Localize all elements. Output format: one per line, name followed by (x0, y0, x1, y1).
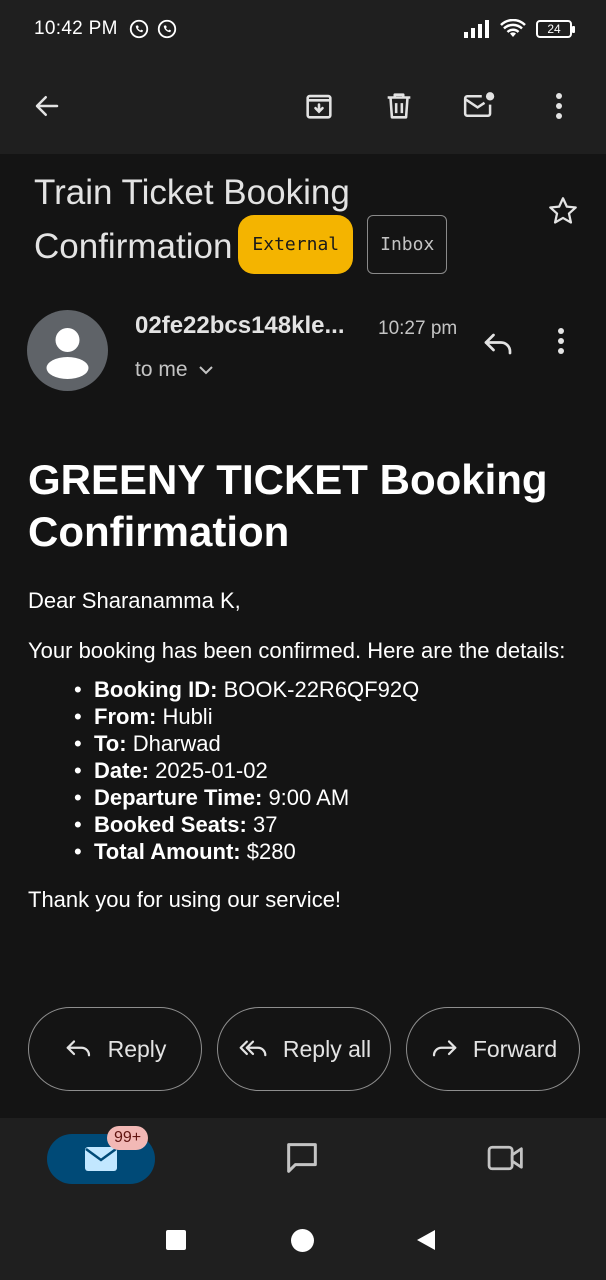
message-heading: GREENY TICKET Booking Confirmation (28, 456, 548, 555)
sender-name[interactable]: 02fe22bcs148kle... (135, 312, 345, 340)
detail-value: Dharwad (132, 731, 221, 756)
nav-meet[interactable] (486, 1140, 526, 1181)
list-item: Booking ID: BOOK-22R6QF92Q (74, 676, 578, 703)
list-item: Booked Seats: 37 (74, 811, 578, 838)
square-recents-icon[interactable] (166, 1230, 186, 1250)
email-content: Train Ticket Booking Confirmation Externa… (0, 154, 606, 1118)
thanks-text: Thank you for using our service! (28, 887, 342, 912)
wifi-icon (500, 19, 526, 37)
detail-value: $280 (246, 839, 296, 864)
detail-label: Total Amount: (94, 839, 241, 864)
delete-button[interactable] (370, 77, 428, 135)
sender-avatar[interactable] (27, 310, 108, 391)
detail-value: 2025-01-02 (155, 758, 268, 783)
message-body: GREENY TICKET Booking Confirmation Dear … (28, 454, 578, 913)
forward-label: Forward (472, 1035, 558, 1062)
intro-text: Your booking has been confirmed. Here ar… (28, 638, 566, 663)
external-label[interactable]: External (238, 215, 354, 274)
detail-label: To: (94, 731, 127, 756)
reply-label: Reply (107, 1035, 167, 1062)
detail-label: Booking ID: (94, 677, 218, 702)
inbox-label[interactable]: Inbox (367, 215, 448, 274)
forward-button[interactable]: Forward (406, 1007, 580, 1091)
mail-icon (85, 1147, 117, 1171)
mail-unread-icon (463, 92, 495, 117)
arrow-left-icon (35, 96, 59, 116)
reply-all-button[interactable]: Reply all (217, 1007, 391, 1091)
recipient-toggle[interactable]: to me (135, 358, 214, 382)
chevron-down-icon (198, 366, 213, 375)
back-triangle-icon[interactable] (416, 1229, 436, 1256)
message-more-button[interactable] (556, 326, 566, 361)
bottom-navigation: 99+ (0, 1118, 606, 1200)
detail-value: Hubli (162, 704, 213, 729)
unread-count-badge: 99+ (107, 1126, 149, 1150)
home-circle-icon[interactable] (291, 1229, 314, 1252)
list-item: Departure Time: 9:00 AM (74, 784, 578, 811)
message-actions: Reply Reply all Forward (28, 1007, 580, 1091)
forward-icon (432, 1040, 457, 1057)
reply-icon (66, 1040, 90, 1057)
booking-details-list: Booking ID: BOOK-22R6QF92Q From: Hubli T… (28, 676, 578, 865)
triangle-left-icon (417, 1230, 435, 1250)
battery-icon: 24 (536, 20, 575, 38)
status-right: 24 (464, 19, 575, 39)
notification-icons (128, 18, 178, 40)
status-time: 10:42 PM (34, 18, 118, 39)
mark-unread-button[interactable] (450, 77, 508, 135)
list-item: To: Dharwad (74, 730, 578, 757)
system-navigation (0, 1200, 606, 1280)
email-subject: Train Ticket Booking Confirmation Externa… (34, 166, 524, 278)
star-icon (549, 197, 577, 224)
star-button[interactable] (546, 194, 580, 233)
greeting-text: Dear Sharanamma K, (28, 588, 241, 613)
detail-value: BOOK-22R6QF92Q (223, 677, 420, 702)
detail-label: Booked Seats: (94, 812, 247, 837)
nav-chat[interactable] (281, 1138, 323, 1183)
detail-value: 9:00 AM (268, 785, 350, 810)
archive-icon (306, 94, 332, 119)
back-button[interactable] (18, 77, 76, 135)
more-vert-icon (556, 93, 562, 119)
recipient-label: to me (135, 358, 188, 381)
reply-all-icon (239, 1040, 267, 1057)
signal-icon (464, 20, 489, 38)
list-item: From: Hubli (74, 703, 578, 730)
chat-icon (287, 1143, 317, 1173)
reply-all-label: Reply all (282, 1035, 372, 1062)
whatsapp-icon (157, 19, 176, 39)
reply-button[interactable]: Reply (28, 1007, 202, 1091)
archive-button[interactable] (290, 77, 348, 135)
more-options-button[interactable] (530, 77, 588, 135)
detail-value: 37 (252, 812, 278, 837)
sent-time: 10:27 pm (378, 318, 458, 339)
whatsapp-icon (129, 19, 148, 39)
detail-label: Date: (94, 758, 150, 783)
video-camera-icon (487, 1145, 523, 1171)
email-toolbar (0, 58, 606, 154)
person-icon (46, 328, 89, 379)
quick-reply-button[interactable] (480, 326, 516, 367)
status-bar: 10:42 PM 24 (0, 0, 606, 58)
reply-icon (484, 333, 512, 355)
detail-label: From: (94, 704, 157, 729)
list-item: Date: 2025-01-02 (74, 757, 578, 784)
trash-icon (387, 93, 411, 119)
more-vert-icon (558, 328, 564, 354)
list-item: Total Amount: $280 (74, 838, 578, 865)
detail-label: Departure Time: (94, 785, 263, 810)
